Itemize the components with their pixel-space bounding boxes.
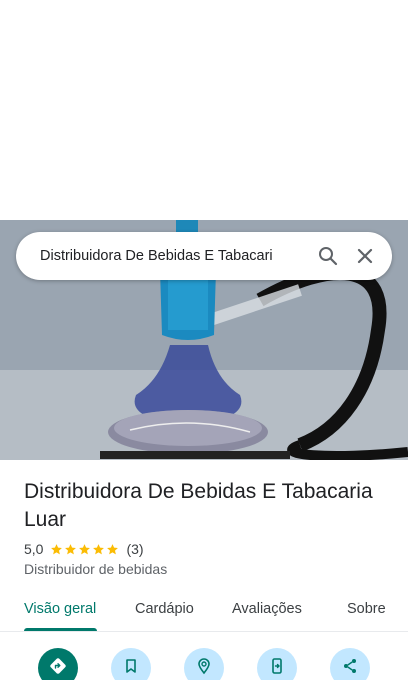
tab-visao-geral[interactable]: Visão geral <box>24 592 96 632</box>
star-icon <box>51 543 63 554</box>
star-icon <box>107 543 119 554</box>
action-buttons <box>0 648 408 680</box>
star-icon <box>79 543 91 554</box>
map-area <box>0 0 408 220</box>
search-icon[interactable] <box>316 244 340 268</box>
review-count[interactable]: (3) <box>126 541 143 557</box>
tab-cardapio[interactable]: Cardápio <box>135 592 194 632</box>
place-tabs: Visão geral Cardápio Avaliações Sobre <box>0 592 408 632</box>
place-title: Distribuidora De Bebidas E Tabacaria Lua… <box>24 480 373 531</box>
search-input[interactable]: Distribuidora De Bebidas E Tabacari <box>40 232 290 280</box>
nearby-icon <box>195 657 213 680</box>
place-category[interactable]: Distribuidor de bebidas <box>24 561 167 577</box>
rating-value: 5,0 <box>24 541 44 557</box>
directions-button[interactable] <box>38 648 78 680</box>
close-icon[interactable] <box>353 244 377 268</box>
share-icon <box>341 657 359 680</box>
save-button[interactable] <box>111 648 151 680</box>
send-to-phone-icon <box>268 657 286 680</box>
tab-avaliacoes[interactable]: Avaliações <box>232 592 302 632</box>
rating-row[interactable]: 5,0 (3) <box>24 540 144 558</box>
send-to-phone-button[interactable] <box>257 648 297 680</box>
star-icon <box>93 543 105 554</box>
share-button[interactable] <box>330 648 370 680</box>
active-tab-indicator <box>24 628 97 631</box>
bookmark-icon <box>122 657 140 680</box>
directions-icon <box>49 657 67 680</box>
search-bar[interactable]: Distribuidora De Bebidas E Tabacari <box>16 232 392 280</box>
rating-stars <box>50 543 120 556</box>
star-icon <box>65 543 77 554</box>
nearby-button[interactable] <box>184 648 224 680</box>
tab-sobre[interactable]: Sobre <box>347 592 386 632</box>
